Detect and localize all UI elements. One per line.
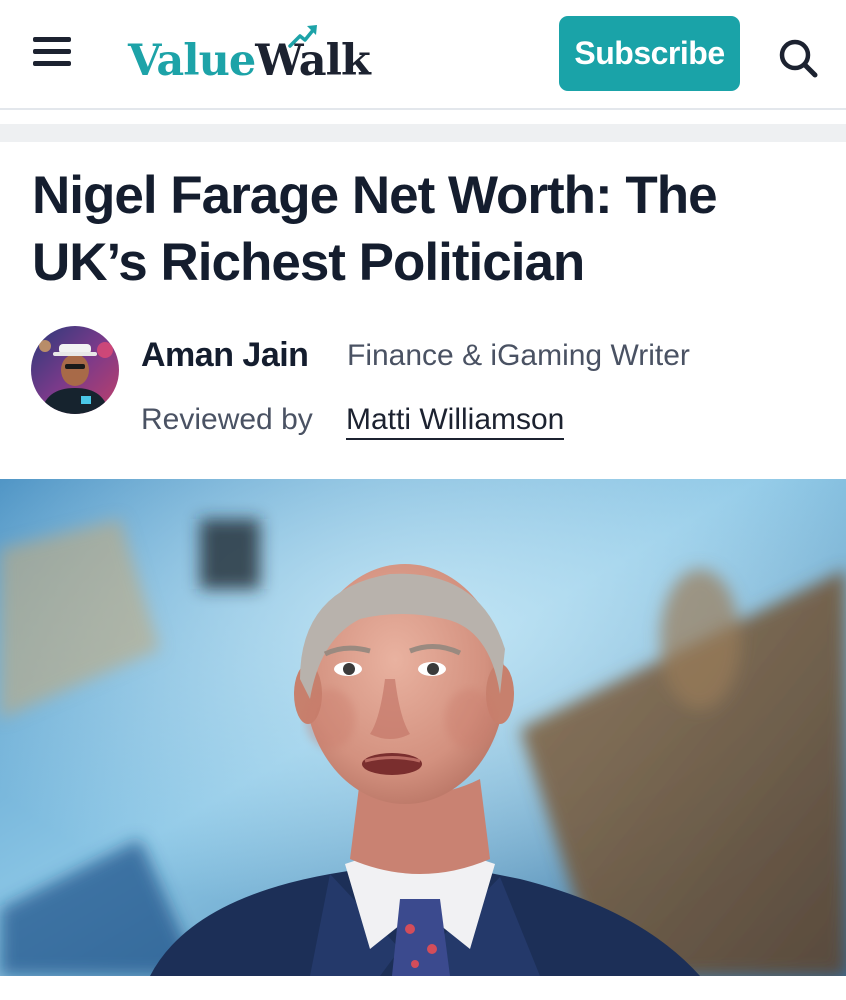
article-title: Nigel Farage Net Worth: The UK’s Richest…	[32, 166, 718, 292]
avatar-image	[31, 326, 119, 414]
search-icon[interactable]	[776, 36, 820, 80]
reviewed-by-label: Reviewed by	[141, 403, 313, 436]
logo-walk-text: Walk	[255, 36, 371, 86]
subscribe-button[interactable]: Subscribe	[559, 16, 740, 91]
author-avatar[interactable]	[31, 326, 119, 414]
reviewer-name-link[interactable]: Matti Williamson	[346, 403, 565, 440]
hero-image	[0, 479, 846, 976]
hamburger-menu-icon[interactable]	[33, 37, 71, 69]
header-divider-band	[0, 124, 846, 142]
author-name-link[interactable]: Aman Jain	[141, 336, 309, 375]
author-role: Finance & iGaming Writer	[347, 339, 690, 372]
logo-value-text: Value	[128, 36, 256, 86]
site-header: ValueWalk Subscribe	[0, 0, 846, 110]
site-logo[interactable]: ValueWalk	[128, 22, 388, 86]
